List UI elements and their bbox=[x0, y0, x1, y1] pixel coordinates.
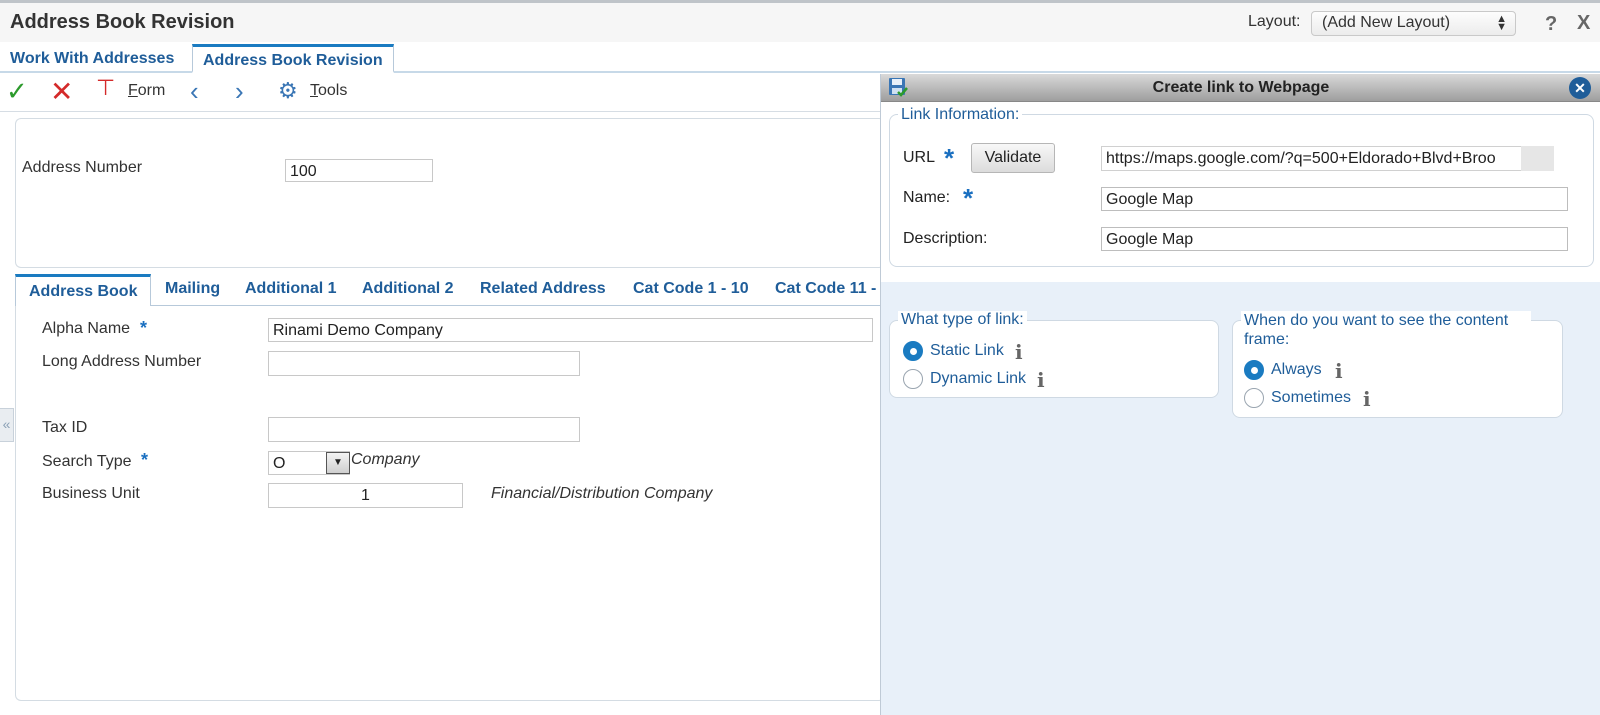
tax-id-input[interactable] bbox=[268, 417, 580, 442]
description-label: Description: bbox=[903, 230, 988, 247]
layout-select[interactable]: (Add New Layout) ▲ ▼ bbox=[1311, 11, 1516, 36]
header-panel: Address Number 100 bbox=[15, 118, 885, 268]
form-menu-button[interactable]: Form bbox=[128, 82, 165, 100]
dialog-title-bar: Create link to Webpage ✕ bbox=[881, 74, 1600, 102]
static-link-info-icon[interactable]: i bbox=[1015, 340, 1023, 364]
search-type-description: Company bbox=[351, 451, 420, 468]
required-asterisk: * bbox=[141, 450, 149, 470]
tools-menu-label: ools bbox=[318, 82, 348, 99]
dialog-title: Create link to Webpage bbox=[1152, 79, 1330, 96]
url-input[interactable]: https://maps.google.com/?q=500+Eldorado+… bbox=[1101, 146, 1553, 171]
ok-check-icon[interactable]: ✓ bbox=[6, 76, 28, 107]
form-tabs: Address Book Mailing Additional 1 Additi… bbox=[15, 274, 885, 306]
top-tabs: Work With Addresses Address Book Revisio… bbox=[0, 42, 1600, 73]
business-unit-label: Business Unit bbox=[42, 485, 140, 502]
dialog-close-icon[interactable]: ✕ bbox=[1569, 77, 1591, 99]
help-icon[interactable]: ? bbox=[1545, 13, 1557, 36]
sometimes-label[interactable]: Sometimes bbox=[1271, 389, 1351, 407]
content-frame-group: When do you want to see the content fram… bbox=[1232, 311, 1563, 418]
business-unit-description: Financial/Distribution Company bbox=[491, 485, 713, 502]
url-input-scroll-area bbox=[1521, 146, 1554, 171]
search-type-dropdown-icon[interactable]: ▼ bbox=[326, 452, 350, 474]
sometimes-info-icon[interactable]: i bbox=[1363, 387, 1371, 411]
tab-mailing[interactable]: Mailing bbox=[165, 280, 220, 298]
business-unit-input[interactable]: 1 bbox=[268, 483, 463, 508]
link-information-group: Link Information: URL * Validate https:/… bbox=[889, 106, 1594, 267]
form-menu-icon[interactable]: ⊤ bbox=[96, 75, 115, 101]
layout-label: Layout: bbox=[1248, 13, 1301, 30]
previous-chevron-icon[interactable]: ‹ bbox=[190, 76, 199, 107]
name-input[interactable]: Google Map bbox=[1101, 187, 1568, 211]
address-number-input[interactable]: 100 bbox=[285, 159, 433, 182]
tab-address-book[interactable]: Address Book bbox=[15, 274, 152, 306]
search-type-label: Search Type bbox=[42, 453, 132, 470]
link-information-legend: Link Information: bbox=[898, 106, 1023, 124]
tax-id-label: Tax ID bbox=[42, 419, 88, 436]
gear-icon[interactable]: ⚙ bbox=[278, 78, 298, 104]
tab-cat-code-11[interactable]: Cat Code 11 - bbox=[775, 280, 876, 298]
layout-select-value: (Add New Layout) bbox=[1322, 14, 1451, 31]
form-menu-label: orm bbox=[137, 82, 166, 99]
collapse-panel-handle[interactable]: « bbox=[0, 408, 14, 442]
name-required-icon: * bbox=[963, 183, 974, 213]
close-window-icon[interactable]: X bbox=[1577, 12, 1590, 35]
select-arrows-icon: ▲ ▼ bbox=[1496, 13, 1507, 33]
dynamic-link-info-icon[interactable]: i bbox=[1037, 368, 1045, 392]
static-link-radio[interactable] bbox=[903, 341, 923, 361]
alpha-name-input[interactable]: Rinami Demo Company bbox=[268, 318, 873, 342]
long-address-input[interactable] bbox=[268, 351, 580, 376]
static-link-label[interactable]: Static Link bbox=[930, 342, 1004, 360]
name-label: Name: bbox=[903, 189, 951, 206]
tab-additional-1[interactable]: Additional 1 bbox=[245, 280, 337, 298]
window-title: Address Book Revision bbox=[10, 11, 235, 33]
tools-menu-mnemonic: T bbox=[310, 82, 318, 99]
always-info-icon[interactable]: i bbox=[1335, 359, 1343, 383]
address-book-panel: Alpha Name * Rinami Demo Company Long Ad… bbox=[15, 306, 885, 701]
url-required-icon: * bbox=[944, 143, 955, 173]
long-address-label: Long Address Number bbox=[42, 353, 202, 370]
dialog-content: Link Information: URL * Validate https:/… bbox=[881, 102, 1600, 467]
dynamic-link-radio[interactable] bbox=[903, 369, 923, 389]
create-link-dialog: Create link to Webpage ✕ Link Informatio… bbox=[880, 74, 1600, 715]
content-frame-legend: When do you want to see the content fram… bbox=[1241, 311, 1531, 349]
validate-button[interactable]: Validate bbox=[971, 143, 1055, 173]
required-asterisk: * bbox=[140, 318, 148, 338]
always-radio[interactable] bbox=[1244, 360, 1264, 380]
tab-additional-2[interactable]: Additional 2 bbox=[362, 280, 454, 298]
link-type-legend: What type of link: bbox=[898, 311, 1027, 329]
tab-related-address[interactable]: Related Address bbox=[480, 280, 606, 298]
title-bar: Address Book Revision Layout: (Add New L… bbox=[0, 0, 1600, 42]
toolbar: ✓ ✕ ⊤ Form ‹ › ⚙ Tools bbox=[0, 74, 880, 112]
tools-menu-button[interactable]: Tools bbox=[310, 82, 347, 100]
dynamic-link-label[interactable]: Dynamic Link bbox=[930, 370, 1026, 388]
cancel-close-icon[interactable]: ✕ bbox=[50, 75, 73, 108]
link-type-group: What type of link: Static Link i Dynamic… bbox=[889, 311, 1219, 398]
url-label: URL bbox=[903, 149, 936, 166]
sometimes-radio[interactable] bbox=[1244, 388, 1264, 408]
form-menu-mnemonic: F bbox=[128, 82, 138, 99]
next-chevron-icon[interactable]: › bbox=[235, 76, 244, 107]
tab-work-with-addresses[interactable]: Work With Addresses bbox=[0, 46, 184, 73]
tab-cat-code-1-10[interactable]: Cat Code 1 - 10 bbox=[633, 280, 749, 298]
alpha-name-label: Alpha Name bbox=[42, 320, 131, 337]
address-number-label: Address Number bbox=[22, 159, 143, 176]
description-input[interactable]: Google Map bbox=[1101, 227, 1568, 251]
always-label[interactable]: Always bbox=[1271, 361, 1322, 379]
tab-address-book-revision[interactable]: Address Book Revision bbox=[192, 44, 394, 73]
